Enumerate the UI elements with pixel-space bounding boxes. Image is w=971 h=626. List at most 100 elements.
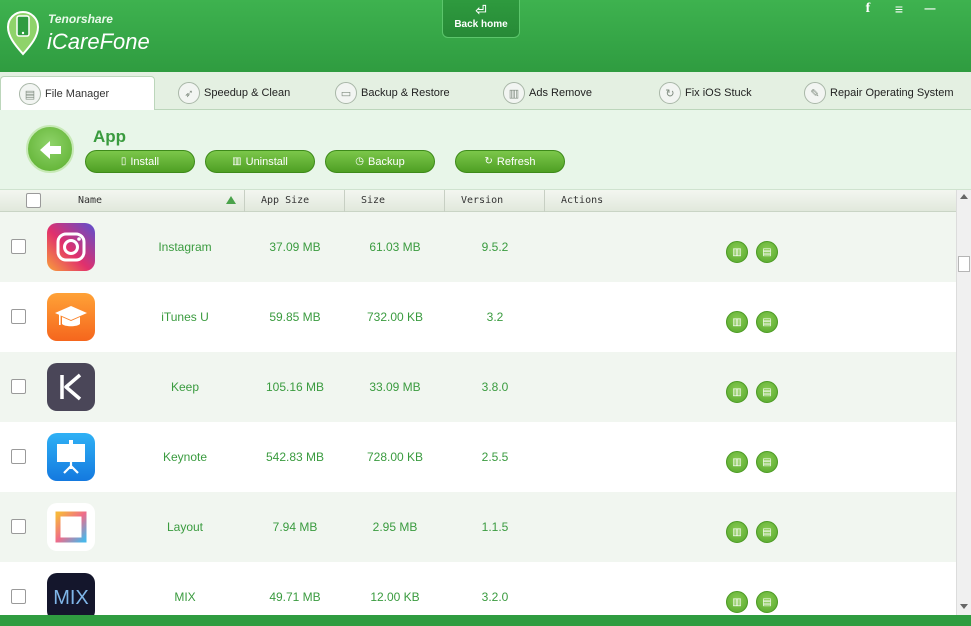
tab-file-manager[interactable]: ▤ File Manager (0, 76, 155, 111)
backup-label: Backup (368, 155, 405, 168)
app-name: Layout (166, 520, 204, 534)
tab-speedup-clean[interactable]: ➶ Speedup & Clean (178, 76, 290, 110)
table-row[interactable]: Instagram 37.09 MB 61.03 MB 9.5.2 ▥ ▤ (0, 212, 956, 282)
phone-logo-icon (6, 11, 40, 56)
back-button[interactable] (26, 125, 74, 173)
export-app-button[interactable]: ▤ (756, 451, 778, 473)
version: 2.5.5 (481, 450, 509, 464)
brand-product: iCareFone (47, 29, 150, 54)
refresh-button[interactable]: ↻ Refresh (455, 150, 565, 173)
column-version[interactable]: Version (461, 190, 503, 212)
table-header: Name App Size Size Version Actions (0, 190, 956, 212)
row-checkbox[interactable] (11, 239, 26, 254)
title-bar: Tenorshare iCareFone ⏎ Back home f ≡ — (0, 0, 971, 72)
table-row[interactable]: Layout 7.94 MB 2.95 MB 1.1.5 ▥ ▤ (0, 492, 956, 562)
select-all-checkbox[interactable] (26, 193, 41, 208)
row-checkbox[interactable] (11, 519, 26, 534)
keynote-icon (47, 433, 95, 481)
refresh-icon: ↻ (484, 156, 493, 167)
scroll-down-icon[interactable] (960, 604, 968, 609)
tab-repair-os[interactable]: ✎ Repair Operating System (804, 76, 954, 110)
table-row[interactable]: Keep 105.16 MB 33.09 MB 3.8.0 ▥ ▤ (0, 352, 956, 422)
tab-backup-restore[interactable]: ▭ Backup & Restore (335, 76, 450, 110)
scroll-thumb[interactable] (958, 256, 970, 272)
trash-icon: ▥ (232, 156, 242, 167)
row-checkbox[interactable] (11, 379, 26, 394)
app-name: Keep (170, 380, 200, 394)
status-bar (0, 615, 971, 626)
file-manager-icon: ▤ (19, 83, 41, 105)
export-app-button[interactable]: ▤ (756, 381, 778, 403)
row-checkbox[interactable] (11, 449, 26, 464)
data-size: 728.00 KB (366, 450, 424, 464)
export-app-button[interactable]: ▤ (756, 241, 778, 263)
app-toolbar: App ▯ Install ▥ Uninstall ◷ Backup ↻ Ref… (0, 110, 971, 190)
delete-app-button[interactable]: ▥ (726, 381, 748, 403)
refresh-icon: ↻ (659, 82, 681, 104)
app-size: 49.71 MB (269, 590, 321, 604)
layout-icon (47, 503, 95, 551)
back-home-icon: ⏎ (475, 2, 487, 18)
column-divider (544, 190, 545, 212)
row-checkbox[interactable] (11, 589, 26, 604)
install-button[interactable]: ▯ Install (85, 150, 195, 173)
back-arrow-icon (40, 141, 61, 159)
export-app-button[interactable]: ▤ (756, 521, 778, 543)
scroll-up-icon[interactable] (960, 194, 968, 199)
folder-icon: ▭ (335, 82, 357, 104)
table-row[interactable]: Keynote 542.83 MB 728.00 KB 2.5.5 ▥ ▤ (0, 422, 956, 492)
tab-ads-remove[interactable]: ▥ Ads Remove (503, 76, 592, 110)
back-home-button[interactable]: ⏎ Back home (442, 0, 520, 38)
uninstall-button[interactable]: ▥ Uninstall (205, 150, 315, 173)
uninstall-label: Uninstall (245, 155, 288, 168)
backup-button[interactable]: ◷ Backup (325, 150, 435, 173)
export-app-button[interactable]: ▤ (756, 311, 778, 333)
data-size: 61.03 MB (369, 240, 421, 254)
version: 9.5.2 (481, 240, 509, 254)
data-size: 2.95 MB (372, 520, 418, 534)
trash-icon: ▥ (732, 456, 742, 468)
column-name[interactable]: Name (78, 190, 102, 212)
export-icon: ▤ (762, 526, 772, 538)
delete-app-button[interactable]: ▥ (726, 521, 748, 543)
version: 1.1.5 (481, 520, 509, 534)
facebook-icon[interactable]: f (860, 0, 876, 18)
app-name: Keynote (162, 450, 208, 464)
column-divider (444, 190, 445, 212)
table-row[interactable]: MIX MIX 49.71 MB 12.00 KB 3.2.0 ▥ ▤ (0, 562, 956, 615)
export-icon: ▤ (762, 246, 772, 258)
delete-app-button[interactable]: ▥ (726, 451, 748, 473)
install-label: Install (130, 155, 160, 168)
rocket-icon: ➶ (178, 82, 200, 104)
delete-app-button[interactable]: ▥ (726, 311, 748, 333)
trash-icon: ▥ (732, 386, 742, 398)
column-size[interactable]: Size (361, 190, 385, 212)
mix-logo-text: MIX (53, 587, 89, 609)
export-icon: ▤ (762, 386, 772, 398)
delete-app-button[interactable]: ▥ (726, 591, 748, 613)
column-app-size[interactable]: App Size (261, 190, 309, 212)
minimize-icon[interactable]: — (921, 0, 939, 18)
tab-label: File Manager (45, 88, 110, 100)
main-tabs: ▤ File Manager ➶ Speedup & Clean ▭ Backu… (0, 72, 971, 111)
app-name: MIX (174, 590, 196, 604)
delete-app-button[interactable]: ▥ (726, 241, 748, 263)
version: 3.8.0 (481, 380, 509, 394)
trash-icon: ▥ (732, 316, 742, 328)
column-actions: Actions (561, 195, 604, 206)
tab-label: Speedup & Clean (204, 87, 291, 99)
export-icon: ▤ (762, 596, 772, 608)
table-row[interactable]: iTunes U 59.85 MB 732.00 KB 3.2 ▥ ▤ (0, 282, 956, 352)
trash-icon: ▥ (732, 526, 742, 538)
export-icon: ▤ (762, 456, 772, 468)
trash-icon: ▥ (503, 82, 525, 104)
row-checkbox[interactable] (11, 309, 26, 324)
version: 3.2.0 (481, 590, 509, 604)
sort-ascending-icon[interactable] (226, 196, 236, 204)
tab-fix-ios-stuck[interactable]: ↻ Fix iOS Stuck (659, 76, 752, 110)
app-size: 105.16 MB (265, 380, 325, 394)
menu-icon[interactable]: ≡ (890, 0, 908, 18)
export-app-button[interactable]: ▤ (756, 591, 778, 613)
vertical-scrollbar[interactable] (956, 190, 971, 615)
data-size: 12.00 KB (370, 590, 420, 604)
